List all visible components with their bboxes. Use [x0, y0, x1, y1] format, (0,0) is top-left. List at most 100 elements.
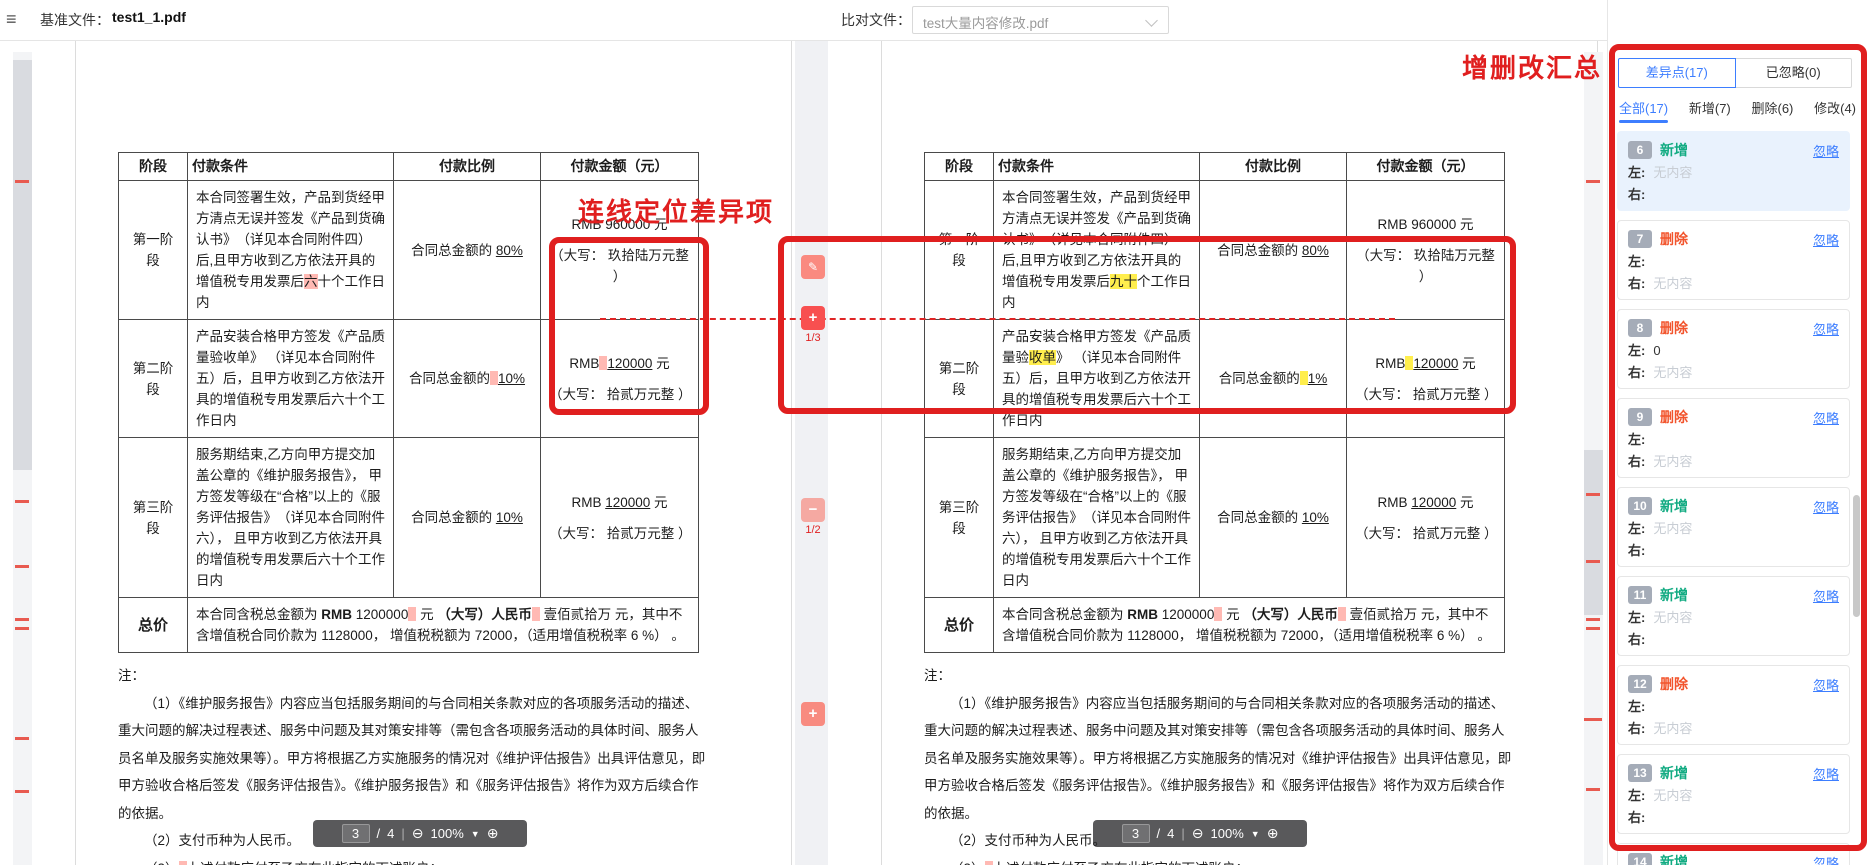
- add-diff-marker-icon[interactable]: +: [801, 306, 825, 330]
- ignore-link[interactable]: 忽略: [1813, 230, 1839, 249]
- ignore-link[interactable]: 忽略: [1813, 408, 1839, 427]
- diff-position-mark: [1584, 718, 1602, 721]
- page-total: 4: [387, 826, 394, 841]
- diff-position-mark: [1586, 618, 1600, 621]
- left-value: 无内容: [1653, 608, 1692, 627]
- diff-number-badge: 8: [1628, 319, 1652, 337]
- app-header: ≡ 基准文件： test1_1.pdf 比对文件： test大量内容修改.pdf…: [0, 0, 1867, 41]
- add-soft-diff-marker-icon[interactable]: +: [801, 702, 825, 726]
- left-label: 左:: [1628, 163, 1645, 182]
- left-label: 左:: [1628, 608, 1645, 627]
- diff-card[interactable]: 13 新增 忽略 左:无内容 右:: [1617, 754, 1850, 834]
- diff-mark: [532, 607, 540, 621]
- diff-type-label: 删除: [1660, 229, 1688, 249]
- deleted-text-highlight: 六: [304, 274, 318, 289]
- minimap-thumb[interactable]: [1584, 450, 1603, 615]
- edit-diff-marker-icon[interactable]: ✎: [801, 255, 825, 279]
- right-label: 右:: [1628, 363, 1645, 382]
- right-pager-toolbar: 3 / 4 | ⊖ 100% ▼ ⊕: [1093, 820, 1307, 847]
- zoom-level: 100%: [431, 826, 464, 841]
- ignore-link[interactable]: 忽略: [1813, 497, 1839, 516]
- right-value: 无内容: [1653, 274, 1692, 293]
- diff-number-badge: 6: [1628, 141, 1652, 159]
- right-label: 右:: [1628, 541, 1645, 560]
- page-total: 4: [1167, 826, 1174, 841]
- ignore-link[interactable]: 忽略: [1813, 319, 1839, 338]
- col-header-amount: 付款金额（元）: [541, 153, 699, 181]
- toolbar-divider: |: [401, 826, 404, 841]
- zoom-caret-icon[interactable]: ▼: [471, 829, 480, 839]
- filter-item[interactable]: 新增(7): [1689, 98, 1731, 123]
- table-row: 第二阶段 产品安装合格甲方签发《产品质量验收单》 （详见本合同附件五）后，且甲方…: [119, 320, 699, 438]
- compare-pdf-page: 阶段 付款条件 付款比例 付款金额（元） 第一阶段 本合同签署生效，产品到货经甲…: [881, 40, 1598, 865]
- table-row: 第一阶段 本合同签署生效，产品到货经甲方清点无误并签发《产品到货确认书》 （详见…: [119, 181, 699, 320]
- page-separator: /: [377, 826, 381, 841]
- table-row: 第二阶段 产品安装合格甲方签发《产品质量验收单》 （详见本合同附件五）后，且甲方…: [925, 320, 1505, 438]
- diff-mark: [1338, 607, 1346, 621]
- compare-file-select[interactable]: test大量内容修改.pdf: [912, 6, 1169, 34]
- base-pdf-page: 阶段 付款条件 付款比例 付款金额（元） 第一阶段 本合同签署生效，产品到货经甲…: [75, 40, 792, 865]
- page-number-input[interactable]: 3: [342, 824, 370, 843]
- minimap-thumb[interactable]: [13, 60, 32, 470]
- left-value: 0: [1653, 341, 1660, 360]
- diff-number-badge: 12: [1628, 675, 1652, 693]
- col-header-condition: 付款条件: [188, 153, 394, 181]
- ignore-link[interactable]: 忽略: [1813, 586, 1839, 605]
- left-label: 左:: [1628, 430, 1645, 449]
- menu-icon[interactable]: ≡: [6, 9, 17, 30]
- table-row-total: 总价 本合同含税总金额为 RMB 1200000 元 （大写）人民币 壹佰贰拾万…: [119, 598, 699, 653]
- left-pager-toolbar: 3 / 4 | ⊖ 100% ▼ ⊕: [313, 820, 527, 847]
- remove-diff-marker-icon[interactable]: −: [801, 498, 825, 522]
- right-diff-minimap[interactable]: [1584, 52, 1603, 865]
- diff-position-mark: [1586, 180, 1600, 183]
- diff-position-mark: [1586, 560, 1600, 563]
- filter-item[interactable]: 删除(6): [1751, 98, 1793, 123]
- filter-active[interactable]: 全部(17): [1619, 98, 1668, 123]
- diff-card[interactable]: 6 新增 忽略 左:无内容 右:: [1617, 131, 1850, 211]
- diff-card[interactable]: 7 删除 忽略 左: 右:无内容: [1617, 220, 1850, 300]
- left-value: 无内容: [1653, 786, 1692, 805]
- page-number-input[interactable]: 3: [1122, 824, 1150, 843]
- left-label: 左:: [1628, 341, 1645, 360]
- diff-number-badge: 14: [1628, 853, 1652, 865]
- diff-marker-count: 1/2: [799, 524, 827, 536]
- diff-type-label: 新增: [1660, 585, 1688, 605]
- zoom-caret-icon[interactable]: ▼: [1251, 829, 1260, 839]
- diff-number-badge: 10: [1628, 497, 1652, 515]
- diff-card[interactable]: 8 删除 忽略 左:0 右:无内容: [1617, 309, 1850, 389]
- diff-position-mark: [15, 500, 29, 503]
- filter-item[interactable]: 修改(4): [1814, 98, 1856, 123]
- ignore-link[interactable]: 忽略: [1813, 764, 1839, 783]
- diff-mark: [985, 861, 993, 865]
- zoom-in-icon[interactable]: ⊕: [1267, 825, 1279, 842]
- right-label: 右:: [1628, 185, 1645, 204]
- ignore-link[interactable]: 忽略: [1813, 141, 1839, 160]
- tab-diff-points[interactable]: 差异点(17): [1618, 58, 1736, 88]
- diff-type-label: 新增: [1660, 852, 1688, 865]
- diff-position-mark: [15, 627, 29, 630]
- diff-card[interactable]: 14 新增 忽略 左:无内容 右:: [1617, 843, 1850, 865]
- zoom-in-icon[interactable]: ⊕: [487, 825, 499, 842]
- zoom-out-icon[interactable]: ⊖: [412, 825, 424, 842]
- diff-card[interactable]: 9 删除 忽略 左: 右:无内容: [1617, 398, 1850, 478]
- diff-card[interactable]: 10 新增 忽略 左:无内容 右:: [1617, 487, 1850, 567]
- left-label: 左:: [1628, 697, 1645, 716]
- diff-mark: [490, 371, 498, 385]
- diff-type-label: 新增: [1660, 496, 1688, 516]
- zoom-out-icon[interactable]: ⊖: [1192, 825, 1204, 842]
- ignore-link[interactable]: 忽略: [1813, 853, 1839, 865]
- ignore-link[interactable]: 忽略: [1813, 675, 1839, 694]
- zoom-level: 100%: [1211, 826, 1244, 841]
- diff-card[interactable]: 11 新增 忽略 左:无内容 右:: [1617, 576, 1850, 656]
- diff-position-mark: [15, 565, 29, 568]
- tab-ignored[interactable]: 已忽略(0): [1736, 58, 1853, 88]
- left-diff-minimap[interactable]: [13, 52, 32, 865]
- diff-type-label: 新增: [1660, 140, 1688, 160]
- diff-position-mark: [15, 790, 29, 793]
- table-row: 第一阶段 本合同签署生效，产品到货经甲方清点无误并签发《产品到货确认书》 （详见…: [925, 181, 1505, 320]
- diff-position-mark: [1586, 627, 1600, 630]
- diff-position-mark: [15, 618, 29, 621]
- right-label: 右:: [1628, 808, 1645, 827]
- sidebar-scrollbar[interactable]: [1853, 495, 1860, 617]
- diff-card[interactable]: 12 删除 忽略 左: 右:无内容: [1617, 665, 1850, 745]
